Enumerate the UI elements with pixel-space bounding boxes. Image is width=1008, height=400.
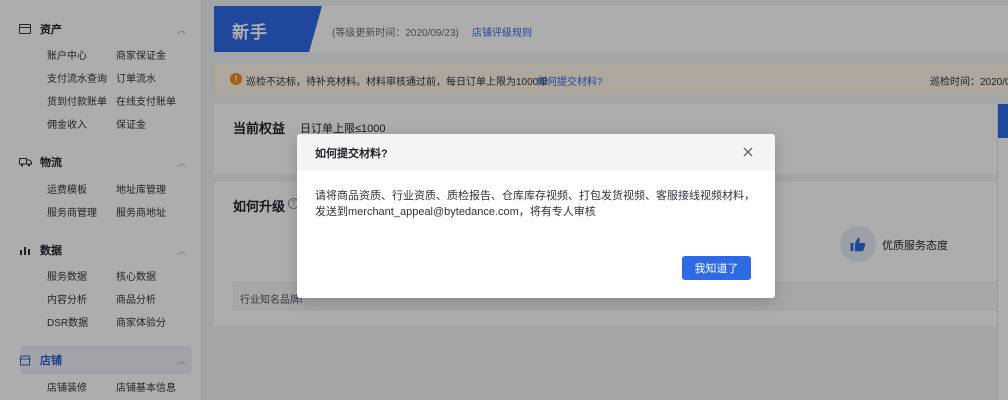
dialog-title: 如何提交材料? [315, 148, 388, 160]
dialog-body: 请将商品资质、行业资质、质检报告、仓库库存视频、打包发货视频、客服接线视频材料，… [315, 190, 755, 218]
got-it-button[interactable]: 我知道了 [682, 256, 751, 280]
close-icon[interactable] [741, 145, 755, 159]
dialog-header: 如何提交材料? [297, 134, 775, 170]
submit-materials-dialog: 如何提交材料? 请将商品资质、行业资质、质检报告、仓库库存视频、打包发货视频、客… [297, 134, 775, 298]
